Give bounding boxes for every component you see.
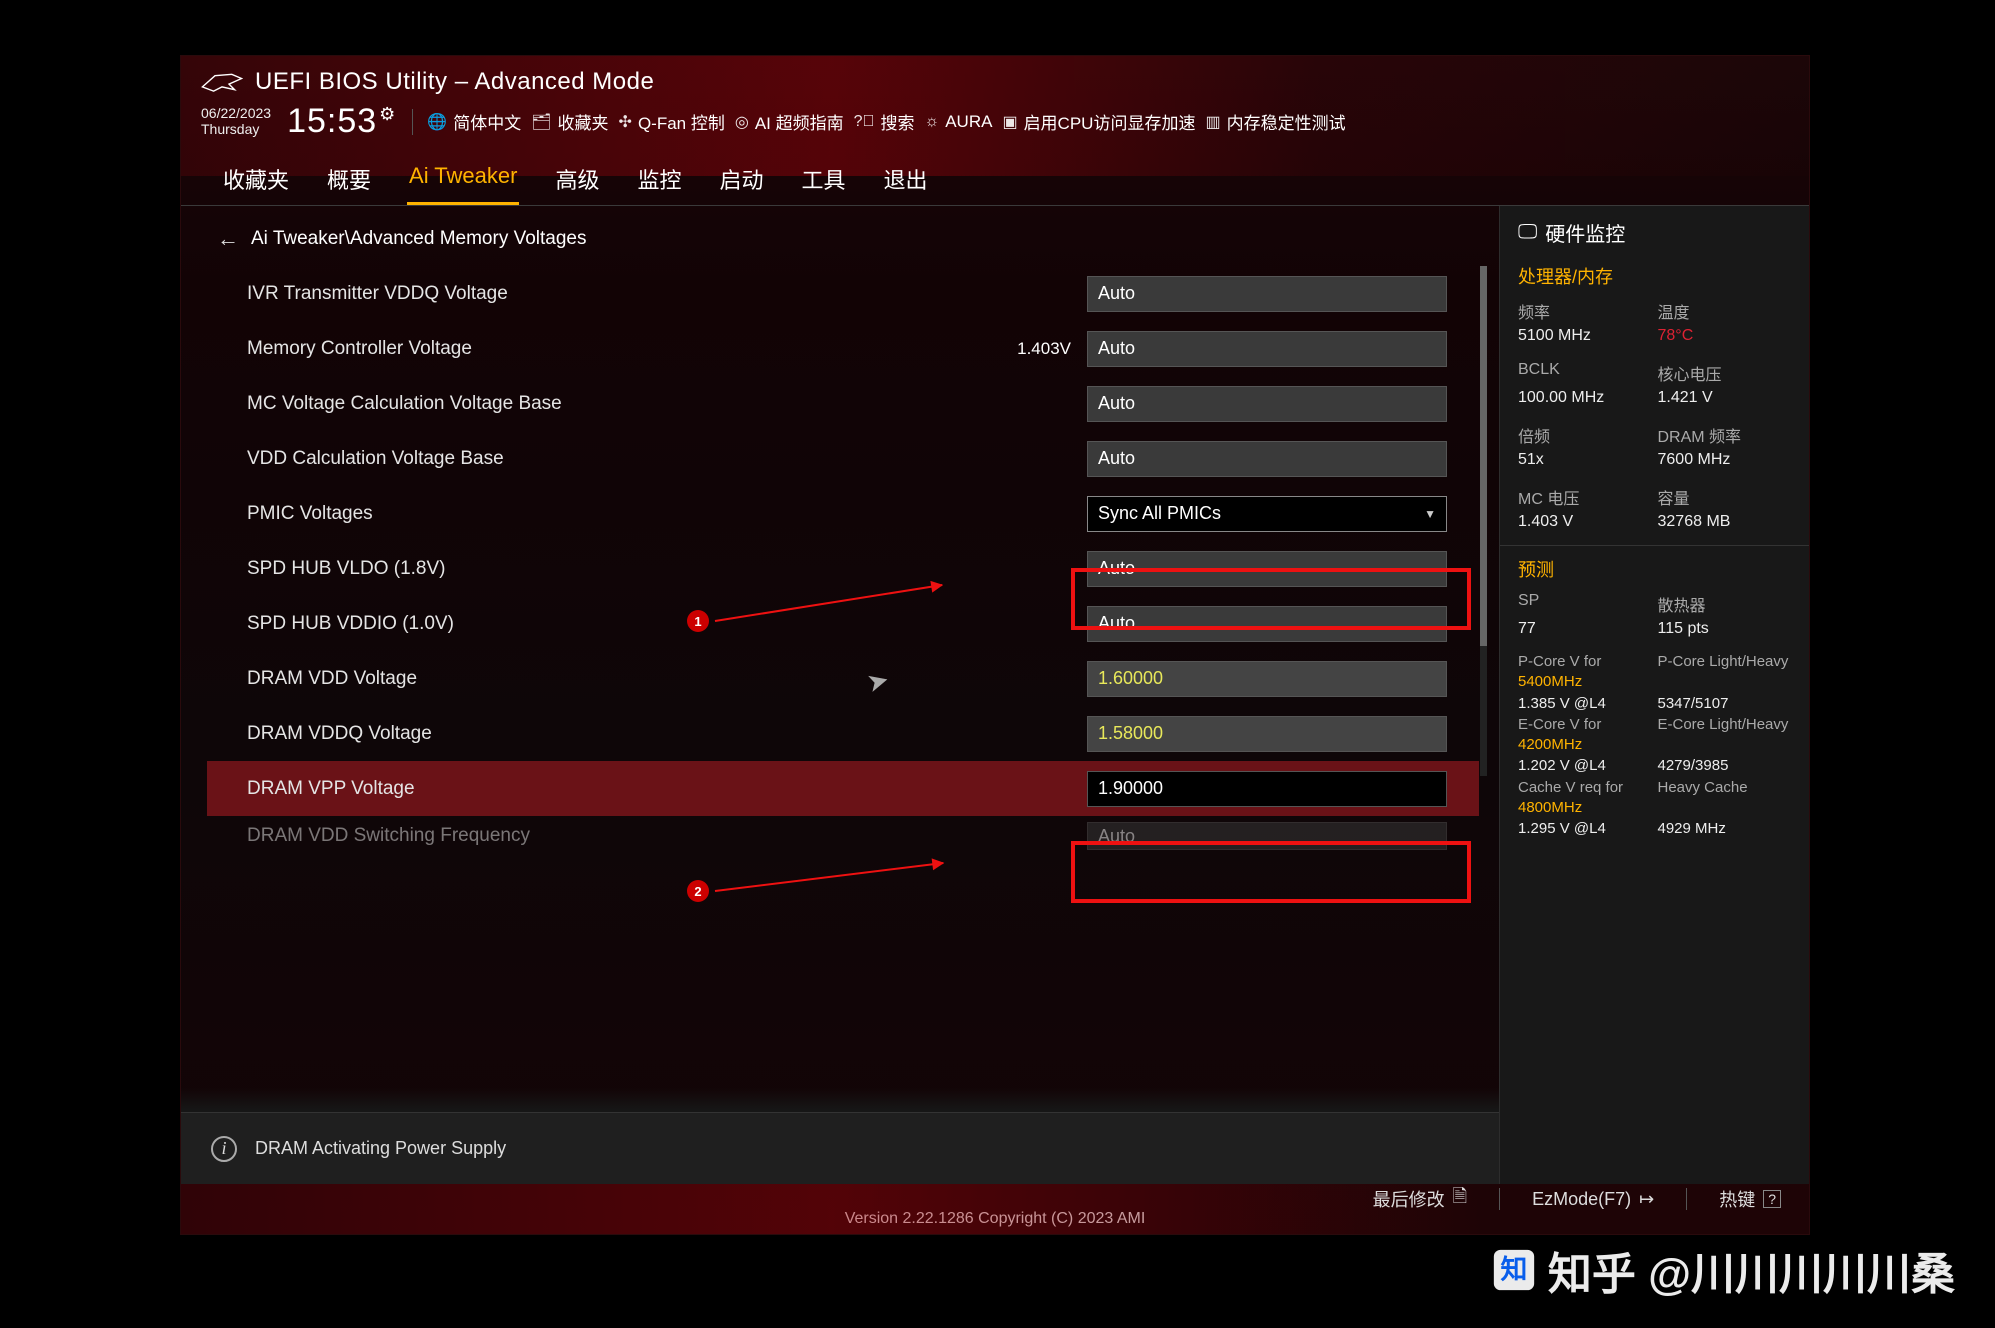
tab-advanced[interactable]: 高级 [553,159,601,205]
tab-main[interactable]: 概要 [325,159,373,205]
setting-row[interactable]: DRAM VDD Switching Frequency Auto [207,816,1479,856]
header: UEFI BIOS Utility – Advanced Mode 06/22/… [181,56,1809,147]
aura-icon: ☼ [925,113,940,131]
tool-favorites[interactable]: 🗂收藏夹 [531,109,608,134]
annotation-arrow-2 [715,862,944,892]
footer-bar: 最后修改🗎 EzMode(F7)↦ 热键? [181,1164,1809,1234]
content-pane: ← Ai Tweaker\Advanced Memory Voltages IV… [181,206,1499,1184]
gear-icon[interactable]: ⚙ [379,104,396,125]
settings-list: IVR Transmitter VDDQ Voltage Auto Memory… [207,266,1489,856]
setting-row[interactable]: PMIC Voltages Sync All PMICs ▼ [207,486,1479,541]
footer-last-modified[interactable]: 最后修改🗎 [1373,1184,1467,1214]
setting-value-input[interactable]: Auto [1087,822,1447,850]
setting-value-input[interactable]: 1.60000 [1087,661,1447,697]
setting-row[interactable]: DRAM VDD Voltage 1.60000 [207,651,1479,706]
setting-value-input[interactable]: Auto [1087,606,1447,642]
sidebar-grid-cpu-mem: 频率温度 5100 MHz78°C BCLK核心电压 100.00 MHz1.4… [1518,299,1791,531]
monitor-icon: 🖵 [1518,221,1537,244]
setting-row[interactable]: Memory Controller Voltage 1.403V Auto [207,321,1479,376]
search-icon: ?⃝ [854,113,875,131]
back-arrow-icon[interactable]: ← [217,226,239,252]
setting-row[interactable]: SPD HUB VLDO (1.8V) Auto [207,541,1479,596]
tab-exit[interactable]: 退出 [882,159,930,205]
chevron-down-icon: ▼ [1424,507,1436,521]
tool-resize-bar[interactable]: ▣启用CPU访问显存加速 [1002,109,1195,134]
cpu-icon: ▣ [1002,112,1017,132]
nav-tabs: 收藏夹 概要 Ai Tweaker 高级 监控 启动 工具 退出 [181,147,1809,206]
sidebar-section-cpu-mem: 处理器/内存 [1518,263,1791,289]
setting-value-input[interactable]: 1.58000 [1087,716,1447,752]
info-icon: i [211,1136,237,1162]
zhihu-icon: 知 [1490,1246,1538,1294]
tab-monitor[interactable]: 监控 [635,159,683,205]
tab-favorites[interactable]: 收藏夹 [221,159,291,205]
setting-value-input[interactable]: Auto [1087,331,1447,367]
tool-qfan[interactable]: ✣Q-Fan 控制 [619,109,725,134]
setting-aux-value: 1.403V [1001,339,1071,359]
setting-row[interactable]: DRAM VDDQ Voltage 1.58000 [207,706,1479,761]
sidebar-prediction-details: P-Core V for 5400MHz P-Core Light/Heavy … [1518,652,1791,839]
tool-language[interactable]: 🌐简体中文 [427,109,521,134]
ai-icon: ◎ [735,112,749,132]
setting-row[interactable]: IVR Transmitter VDDQ Voltage Auto [207,266,1479,321]
annotation-callout-1: 1 [687,610,709,632]
scrollbar-thumb[interactable] [1480,266,1487,646]
tool-memtest[interactable]: ▥内存稳定性测试 [1205,109,1345,134]
setting-row[interactable]: MC Voltage Calculation Voltage Base Auto [207,376,1479,431]
footer-ezmode[interactable]: EzMode(F7)↦ [1532,1189,1654,1210]
setting-value-input[interactable]: Auto [1087,276,1447,312]
setting-value-input[interactable]: Auto [1087,386,1447,422]
sidebar-section-prediction: 预测 [1518,556,1791,582]
breadcrumb: ← Ai Tweaker\Advanced Memory Voltages [217,226,1489,252]
clock-display: 15:53⚙ [287,102,396,141]
globe-icon: 🌐 [427,112,447,132]
fan-icon: ✣ [619,112,632,132]
help-text: DRAM Activating Power Supply [255,1138,506,1159]
svg-text:知: 知 [1500,1255,1527,1285]
bios-window: UEFI BIOS Utility – Advanced Mode 06/22/… [180,55,1810,1235]
sidebar-title: 🖵 硬件监控 [1518,218,1791,247]
tab-boot[interactable]: 启动 [717,159,765,205]
watermark: 知 知乎 @川川川川川桑 [1490,1238,1955,1302]
setting-value-input[interactable]: Auto [1087,551,1447,587]
breadcrumb-text: Ai Tweaker\Advanced Memory Voltages [251,228,587,250]
bios-title: UEFI BIOS Utility – Advanced Mode [255,68,654,96]
annotation-callout-2: 2 [687,880,709,902]
hardware-monitor-sidebar: 🖵 硬件监控 处理器/内存 频率温度 5100 MHz78°C BCLK核心电压… [1499,206,1809,1184]
setting-row[interactable]: SPD HUB VDDIO (1.0V) Auto [207,596,1479,651]
setting-row-selected[interactable]: DRAM VPP Voltage 1.90000 [207,761,1479,816]
setting-value-input[interactable]: 1.90000 [1087,771,1447,807]
exit-icon: ↦ [1639,1189,1654,1210]
folder-icon: 🗂 [531,112,551,132]
clipboard-icon: 🗎 [1453,1184,1467,1214]
date-display: 06/22/2023 Thursday [201,106,271,137]
sidebar-grid-prediction: SP散热器 77115 pts [1518,592,1791,638]
setting-value-dropdown[interactable]: Sync All PMICs ▼ [1087,496,1447,532]
tool-aura[interactable]: ☼AURA [925,112,993,132]
tool-ai-oc[interactable]: ◎AI 超频指南 [735,109,844,134]
tool-search[interactable]: ?⃝搜索 [854,109,915,134]
rog-logo-icon [201,71,243,93]
footer-hotkey[interactable]: 热键? [1719,1186,1781,1212]
tab-tool[interactable]: 工具 [800,159,848,205]
setting-row[interactable]: VDD Calculation Voltage Base Auto [207,431,1479,486]
mem-icon: ▥ [1205,112,1220,132]
tab-ai-tweaker[interactable]: Ai Tweaker [407,159,519,205]
setting-value-input[interactable]: Auto [1087,441,1447,477]
